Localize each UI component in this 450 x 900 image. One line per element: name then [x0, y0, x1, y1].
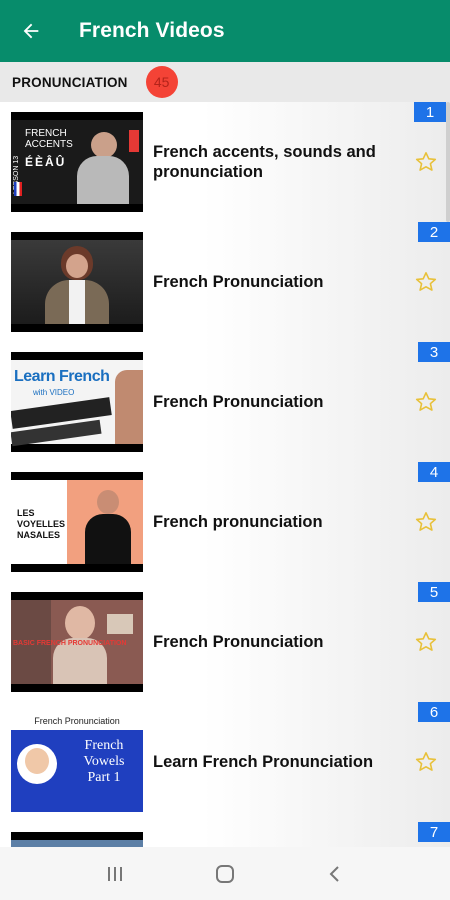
video-thumbnail[interactable] [11, 232, 143, 332]
section-label: PRONUNCIATION [12, 74, 128, 90]
video-count-badge: 45 [145, 66, 178, 98]
list-item[interactable]: French Pronunciation French Vowels Part … [0, 702, 450, 822]
video-number-badge: 3 [418, 342, 450, 362]
page-title: French Videos [79, 19, 225, 42]
scrollbar[interactable] [446, 102, 450, 222]
video-title[interactable]: French Pronunciation [153, 632, 393, 652]
thumb-text: Vowels [83, 754, 125, 769]
video-number-badge: 6 [418, 702, 450, 722]
star-outline-icon[interactable] [414, 750, 438, 774]
thumb-text: with VIDEO [33, 388, 75, 397]
star-outline-icon[interactable] [414, 270, 438, 294]
thumb-text: LES [17, 508, 35, 518]
list-item[interactable]: LESSON 13 FRENCH ACCENTS ÉÈÂÛ French acc… [0, 102, 450, 222]
video-thumbnail[interactable]: LESSON 13 FRENCH ACCENTS ÉÈÂÛ [11, 112, 143, 212]
system-back-button[interactable] [315, 854, 355, 894]
video-title[interactable]: French accents, sounds and pronunciation [153, 142, 393, 182]
system-navigation-bar [0, 847, 450, 900]
thumb-text: ACCENTS [25, 139, 73, 150]
video-number-badge: 4 [418, 462, 450, 482]
list-item[interactable]: 7 [0, 822, 450, 847]
video-thumbnail[interactable]: French Pronunciation French Vowels Part … [11, 712, 143, 812]
video-thumbnail[interactable]: LES VOYELLES NASALES [11, 472, 143, 572]
thumb-text: French [84, 738, 124, 753]
thumb-text: NASALES [17, 530, 61, 540]
star-outline-icon[interactable] [414, 510, 438, 534]
thumb-text: FRENCH [25, 128, 67, 139]
video-title[interactable]: Learn French Pronunciation [153, 752, 393, 772]
video-number-badge: 2 [418, 222, 450, 242]
video-title[interactable]: French pronunciation [153, 512, 393, 532]
thumb-text: French Pronunciation [11, 712, 143, 730]
video-title[interactable]: French Pronunciation [153, 392, 393, 412]
thumb-text: ÉÈÂÛ [25, 155, 67, 169]
video-list[interactable]: LESSON 13 FRENCH ACCENTS ÉÈÂÛ French acc… [0, 102, 450, 847]
recent-apps-button[interactable] [95, 854, 135, 894]
thumb-text: Part 1 [87, 770, 121, 785]
list-item[interactable]: LES VOYELLES NASALES French pronunciatio… [0, 462, 450, 582]
back-icon [329, 865, 339, 882]
thumb-text: BASIC FRENCH PRONUNCIATION [13, 640, 127, 647]
star-outline-icon[interactable] [414, 630, 438, 654]
arrow-left-icon [23, 23, 39, 39]
video-thumbnail[interactable] [11, 832, 143, 847]
back-button[interactable] [0, 0, 62, 62]
video-number-badge: 7 [418, 822, 450, 842]
section-header: PRONUNCIATION 45 [0, 62, 450, 102]
star-outline-icon[interactable] [414, 390, 438, 414]
video-title[interactable]: French Pronunciation [153, 272, 393, 292]
video-thumbnail[interactable]: BASIC FRENCH PRONUNCIATION [11, 592, 143, 692]
thumb-text: Learn French [14, 368, 110, 385]
video-thumbnail[interactable]: Learn French with VIDEO [11, 352, 143, 452]
list-item[interactable]: Learn French with VIDEO French Pronuncia… [0, 342, 450, 462]
app-bar: French Videos [0, 0, 450, 62]
home-icon [216, 864, 234, 883]
star-outline-icon[interactable] [414, 150, 438, 174]
list-item[interactable]: BASIC FRENCH PRONUNCIATION French Pronun… [0, 582, 450, 702]
video-number-badge: 5 [418, 582, 450, 602]
list-item[interactable]: French Pronunciation 2 [0, 222, 450, 342]
thumb-text: VOYELLES [17, 519, 66, 529]
recent-apps-icon [108, 866, 122, 881]
video-number-badge: 1 [414, 102, 446, 122]
home-button[interactable] [205, 854, 245, 894]
